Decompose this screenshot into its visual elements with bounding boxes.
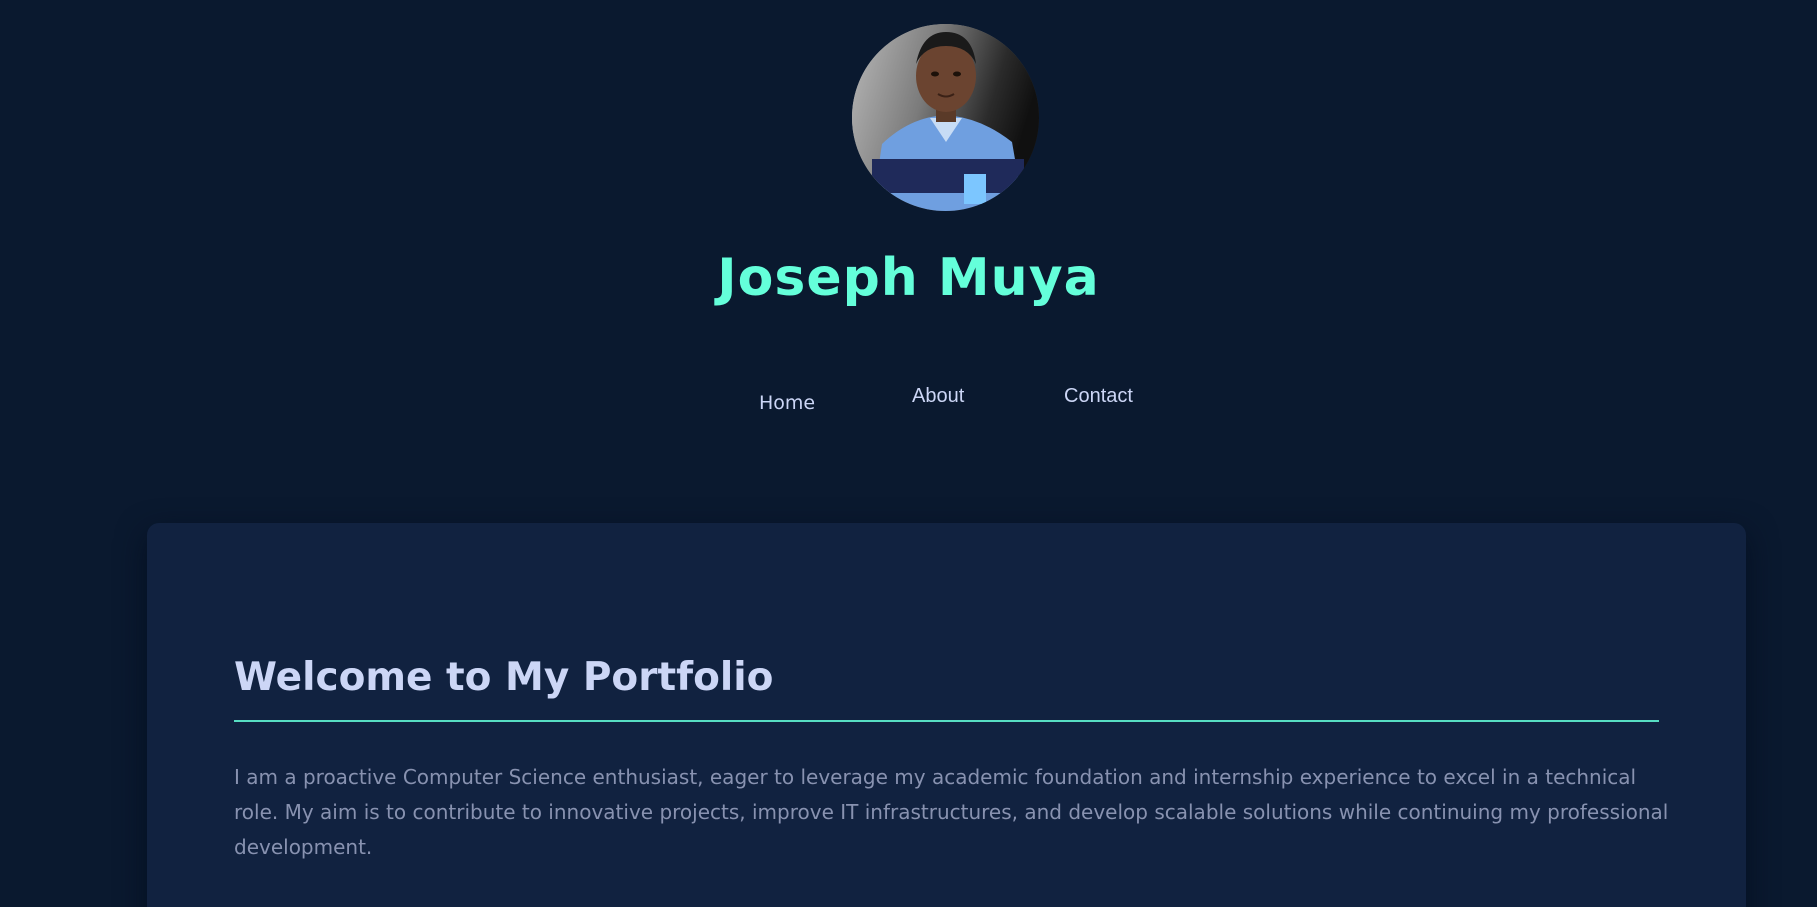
page: Joseph Muya Home About Contact Welcome t… bbox=[0, 0, 1817, 907]
welcome-card: Welcome to My Portfolio I am a proactive… bbox=[147, 523, 1746, 907]
intro-paragraph: I am a proactive Computer Science enthus… bbox=[234, 765, 1669, 859]
profile-avatar bbox=[852, 24, 1039, 211]
welcome-heading: Welcome to My Portfolio bbox=[234, 655, 774, 700]
site-title: Joseph Muya bbox=[717, 248, 1100, 308]
heading-divider bbox=[234, 720, 1659, 722]
nav-link-home[interactable]: Home bbox=[759, 391, 815, 415]
nav-link-about[interactable]: About bbox=[912, 384, 964, 408]
person-photo-icon bbox=[852, 24, 1039, 211]
nav-link-contact[interactable]: Contact bbox=[1064, 384, 1133, 408]
